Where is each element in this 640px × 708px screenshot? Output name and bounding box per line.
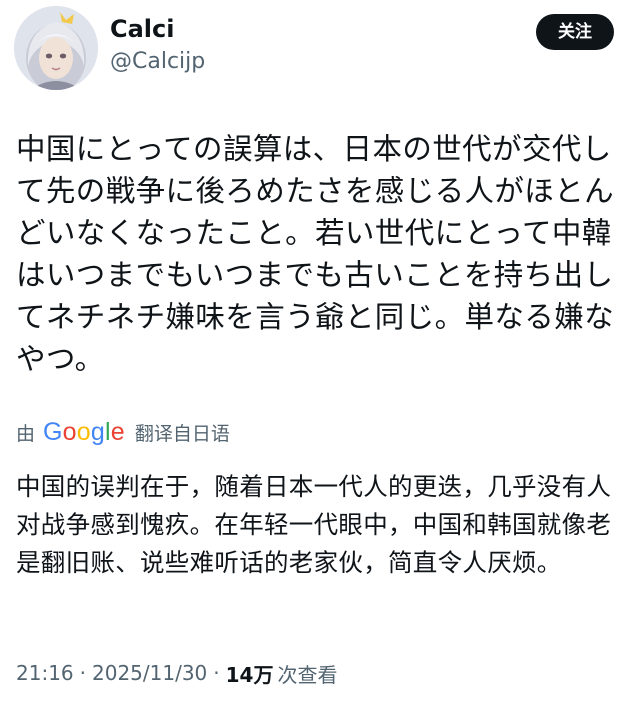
tweet-date[interactable]: 2025/11/30 xyxy=(92,661,207,685)
views-label: 次查看 xyxy=(277,662,338,687)
views-count: 14万 xyxy=(225,662,274,687)
tweet-time[interactable]: 21:16 xyxy=(16,661,74,685)
tweet-header: Calci @Calcijp 关注 xyxy=(0,0,640,100)
google-logo: Google xyxy=(43,417,125,446)
display-name[interactable]: Calci xyxy=(110,14,175,44)
translated-tweet-text: 中国的误判在于，随着日本一代人的更迭，几乎没有人对战争感到愧疚。在年轻一代眼中，… xyxy=(16,472,612,577)
follow-button[interactable]: 关注 xyxy=(536,14,614,50)
tweet-meta: 21:16 · 2025/11/30 · 14万 次查看 xyxy=(16,656,337,690)
avatar[interactable] xyxy=(14,6,98,90)
avatar-image xyxy=(14,6,98,90)
translated-by-label: 由 xyxy=(16,422,36,445)
translation-attribution: 由 Google 翻译自日语 xyxy=(16,416,230,448)
tweet-text: 中国にとっての誤算は、日本の世代が交代して先の戦争に後ろめたさを感じる人がほとん… xyxy=(16,132,615,376)
meta-separator: · xyxy=(213,661,220,685)
meta-separator: · xyxy=(79,661,86,685)
user-handle[interactable]: @Calcijp xyxy=(110,48,205,76)
translated-from-link[interactable]: 翻译自日语 xyxy=(135,419,230,446)
